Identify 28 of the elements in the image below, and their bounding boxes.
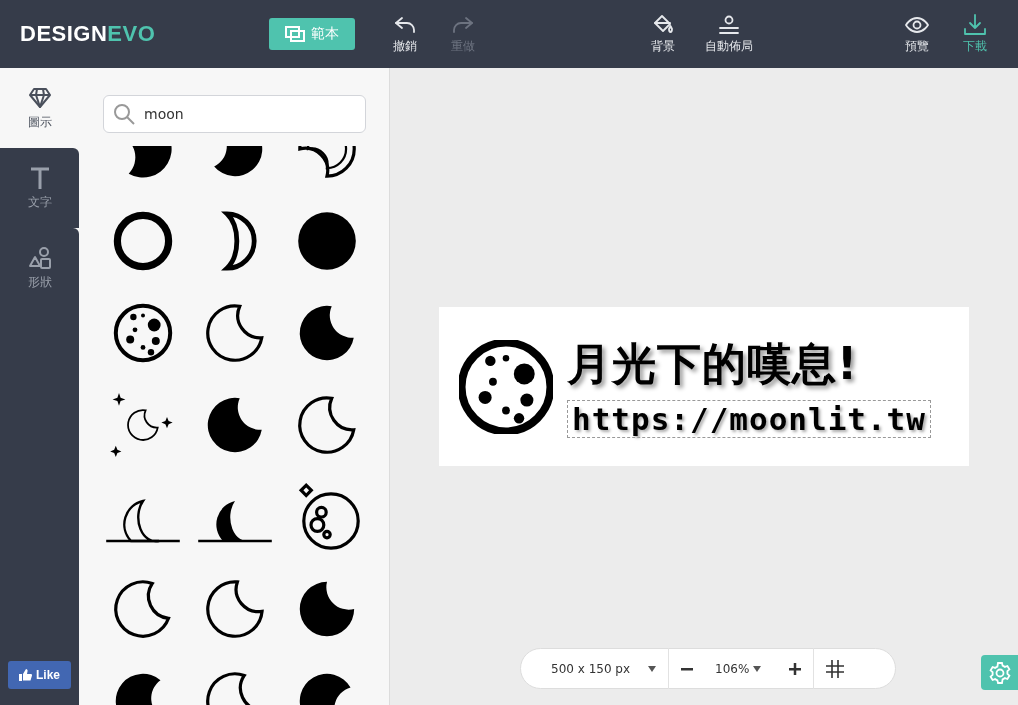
search-icon [113,103,135,125]
paint-bucket-icon [651,13,676,36]
download-icon [963,13,988,36]
toolbar-button[interactable]: 下載 [953,13,998,55]
thumbs-up-icon [19,669,32,681]
shapes-icon [27,245,52,270]
logo-url[interactable]: https://moonlit.tw [567,400,931,438]
settings-icon [987,660,1012,685]
zoom-level: 106% [715,661,750,676]
search-field[interactable]: moon [103,95,366,133]
sidebar-tab[interactable]: 形狀 [0,228,79,308]
toolbar-button[interactable]: 預覽 [895,13,940,55]
toolbar-button[interactable]: 背景 [641,13,686,55]
like-button[interactable]: Like [8,661,71,689]
cratered-moon-icon [459,339,553,434]
align-icon [717,13,742,36]
toolbar-button[interactable]: 撤銷 [383,13,428,55]
toolbar-button[interactable]: 自動佈局 [699,13,760,55]
windows-icon [285,26,306,42]
sidebar-tab[interactable]: 文字 [0,148,79,228]
canvas-size: 500 x 150 px [551,661,631,676]
plus-icon [789,662,802,675]
logo: DESIGNEVO [20,21,156,47]
caret-icon [753,665,762,672]
grid-icon [826,659,845,678]
caret-icon [648,665,657,672]
diamond-icon [27,85,52,110]
logo-title: 月光下的嘆息! [567,337,859,391]
